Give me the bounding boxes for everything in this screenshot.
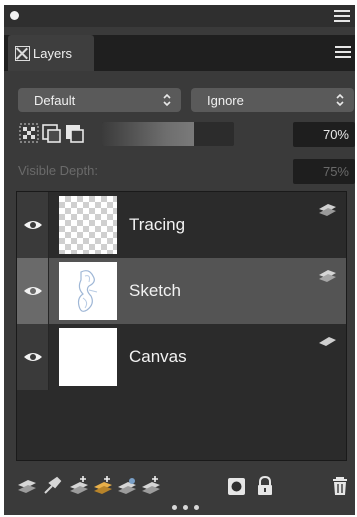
layer-stack-icon: [319, 204, 336, 216]
visibility-toggle[interactable]: [17, 192, 49, 258]
composite-depth-select[interactable]: Ignore: [191, 88, 354, 112]
new-thick-paint-layer-icon[interactable]: [140, 475, 162, 497]
visible-depth-label: Visible Depth:: [18, 163, 98, 178]
layers-panel: Layers Default Ignore 70% Visible Depth:…: [4, 5, 355, 515]
panel-menu-icon[interactable]: [334, 10, 350, 22]
visible-depth-field: 75%: [293, 159, 355, 184]
tab-row: Layers: [4, 35, 355, 71]
opacity-slider-fill: [102, 122, 195, 146]
tab-layers[interactable]: Layers: [8, 35, 94, 71]
layer-row-canvas[interactable]: Canvas: [17, 324, 346, 390]
composite-method-select[interactable]: Default: [18, 88, 181, 112]
preserve-transparency-icon[interactable]: [19, 123, 39, 143]
more-options-handle[interactable]: [172, 505, 202, 511]
layer-overlap-icon[interactable]: [66, 125, 84, 143]
panel-title-bar[interactable]: [4, 5, 355, 27]
eye-icon: [23, 287, 42, 295]
close-tab-icon[interactable]: [15, 45, 30, 61]
layer-row-tracing[interactable]: Tracing: [17, 192, 346, 258]
eye-icon: [23, 353, 42, 361]
layer-footer-toolbar: [4, 465, 355, 515]
chevron-updown-icon: [336, 93, 344, 107]
opacity-value: 70%: [322, 127, 349, 142]
layer-thumbnail: [59, 262, 117, 320]
visible-depth-value: 75%: [322, 164, 349, 179]
canvas-layer-icon: [319, 337, 336, 346]
opacity-value-field[interactable]: 70%: [293, 122, 355, 147]
new-watercolor-layer-icon[interactable]: [92, 475, 114, 497]
layer-name: Sketch: [129, 281, 181, 300]
eye-icon: [23, 221, 42, 229]
layer-stack-icon: [319, 270, 336, 282]
pick-up-underlying-color-icon[interactable]: [42, 124, 61, 143]
opacity-icons: [19, 123, 84, 143]
layer-list: Tracing Sketch Canvas: [16, 191, 347, 461]
composite-method-value: Default: [34, 92, 76, 108]
chevron-updown-icon: [163, 93, 171, 107]
layer-commands-icon[interactable]: [16, 475, 38, 497]
lock-icon[interactable]: [254, 475, 276, 497]
layer-thumbnail: [59, 328, 117, 386]
new-liquid-ink-layer-icon[interactable]: [116, 475, 138, 497]
delete-icon[interactable]: [329, 475, 351, 497]
visibility-toggle[interactable]: [17, 324, 49, 390]
layer-name: Canvas: [129, 347, 187, 366]
opacity-slider[interactable]: [102, 122, 234, 146]
tab-layers-label: Layers: [33, 45, 73, 61]
panel-close-dot[interactable]: [10, 11, 19, 20]
sketch-thumbnail-image: [77, 270, 98, 312]
tab-menu-icon[interactable]: [335, 46, 351, 58]
composite-depth-value: Ignore: [207, 92, 244, 108]
new-layer-icon[interactable]: [68, 475, 90, 497]
dynamic-plugins-icon[interactable]: [42, 475, 64, 497]
layer-row-sketch[interactable]: Sketch: [17, 258, 346, 324]
create-mask-icon[interactable]: [226, 475, 248, 497]
layer-name: Tracing: [129, 215, 186, 234]
visibility-toggle[interactable]: [17, 258, 49, 324]
layer-thumbnail: [59, 196, 117, 254]
